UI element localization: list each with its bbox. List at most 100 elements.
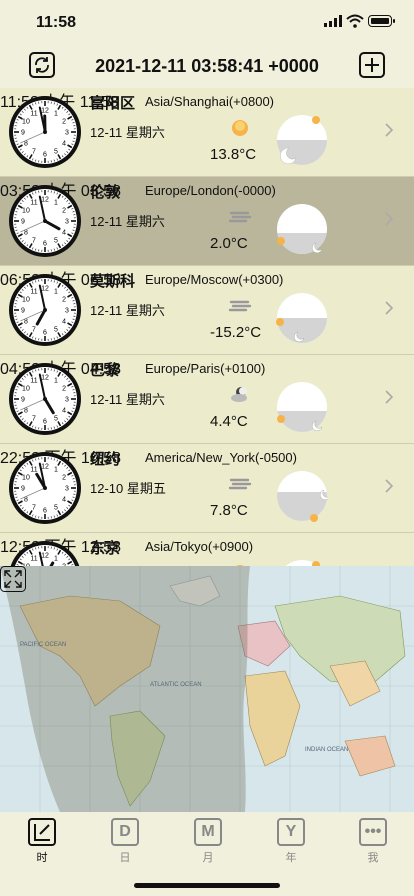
wifi-icon xyxy=(346,14,364,28)
svg-text:11: 11 xyxy=(30,288,37,295)
svg-text:9: 9 xyxy=(21,219,25,226)
svg-text:12: 12 xyxy=(41,108,49,115)
status-bar: 11:58 xyxy=(0,0,414,44)
svg-text:3: 3 xyxy=(65,219,69,226)
svg-text:4: 4 xyxy=(62,408,66,415)
temperature-label: 13.8°C xyxy=(210,146,257,163)
svg-text:8: 8 xyxy=(24,319,28,326)
analog-clock-icon: 123456789101112 xyxy=(7,450,83,526)
analog-clock-icon: 123456789101112 xyxy=(7,361,83,437)
svg-text:8: 8 xyxy=(24,408,28,415)
svg-text:3: 3 xyxy=(65,130,69,137)
svg-text:1: 1 xyxy=(54,466,58,473)
tab-glyph: M xyxy=(201,823,215,840)
temperature-label: 7.8°C xyxy=(210,502,248,519)
svg-text:4: 4 xyxy=(62,497,66,504)
analog-clock-icon: 123456789101112 xyxy=(7,272,83,348)
svg-text:6: 6 xyxy=(43,508,47,515)
chevron-right-icon[interactable] xyxy=(384,389,394,405)
svg-text:2: 2 xyxy=(62,386,66,393)
city-name: 莫斯科 xyxy=(90,273,136,290)
chevron-right-icon[interactable] xyxy=(384,122,394,138)
weather-fog-icon xyxy=(228,296,252,316)
city-row[interactable]: 1 2 3 4 5 6 7 8 9 10 11 12 巴黎 Europe/Paris(+0100) 12-1… xyxy=(0,355,414,444)
date-label: 12-11 星期六 xyxy=(90,392,165,407)
svg-text:7: 7 xyxy=(32,238,36,245)
svg-text:1: 1 xyxy=(54,288,58,295)
svg-text:11: 11 xyxy=(30,110,37,117)
date-label: 12-11 星期六 xyxy=(90,125,165,140)
svg-text:11: 11 xyxy=(30,199,37,206)
city-row[interactable]: 1 2 3 4 5 6 7 8 9 10 11 12 莫斯科 Europe/Moscow(+0300) 12… xyxy=(0,266,414,355)
tab-label: 时 xyxy=(36,852,48,864)
timezone-label: Europe/London(-0000) xyxy=(145,183,276,198)
svg-text:5: 5 xyxy=(54,149,58,156)
svg-text:9: 9 xyxy=(21,486,25,493)
city-row[interactable]: 1 2 3 4 5 6 7 8 9 10 11 12 纽约 America/New_York(-0500)… xyxy=(0,444,414,533)
svg-text:7: 7 xyxy=(32,149,36,156)
temperature-label: 4.4°C xyxy=(210,413,248,430)
chevron-right-icon[interactable] xyxy=(384,211,394,227)
tab-day[interactable]: D日 xyxy=(95,818,155,868)
day-night-phase-icon xyxy=(276,292,328,344)
svg-text:1: 1 xyxy=(54,110,58,117)
day-night-phase-icon xyxy=(276,381,328,433)
current-datetime: 2021-12-11 03:58:41 +0000 xyxy=(95,56,319,76)
temperature-label: 2.0°C xyxy=(210,235,248,252)
city-row[interactable]: 1 2 3 4 5 6 7 8 9 10 11 12 伦敦 Europe/London(-0000) 12-… xyxy=(0,177,414,266)
svg-text:12: 12 xyxy=(41,464,49,471)
svg-text:1: 1 xyxy=(54,555,58,562)
signal-icon xyxy=(324,15,342,27)
svg-text:12: 12 xyxy=(41,286,49,293)
city-clock-list: 1 2 3 4 5 6 7 8 9 10 11 12 富阳区 Asia/Shanghai(+0800) 12… xyxy=(0,88,414,566)
tab-hour[interactable]: 时 xyxy=(12,818,72,868)
chevron-right-icon[interactable] xyxy=(384,478,394,494)
city-name: 纽约 xyxy=(90,451,121,468)
svg-text:6: 6 xyxy=(43,241,47,248)
plus-icon xyxy=(365,58,379,72)
svg-text:7: 7 xyxy=(32,416,36,423)
month-tab-icon: M xyxy=(194,818,222,846)
svg-text:5: 5 xyxy=(54,505,58,512)
svg-text:11: 11 xyxy=(30,555,37,562)
weather-fog-icon xyxy=(228,207,252,227)
timezone-label: Europe/Paris(+0100) xyxy=(145,361,266,376)
date-label: 12-11 星期六 xyxy=(90,214,165,229)
svg-text:7: 7 xyxy=(32,327,36,334)
svg-text:4: 4 xyxy=(62,230,66,237)
city-row[interactable]: 123456789101112东京Asia/Tokyo(+0900)12-11 … xyxy=(0,533,414,566)
weather-cloud-moon-icon xyxy=(228,385,252,405)
toolbar: 2021-12-11 03:58:41 +0000 xyxy=(0,44,414,88)
world-map[interactable]: PACIFIC OCEAN ATLANTIC OCEAN INDIAN OCEA… xyxy=(0,566,414,812)
weather-fog-icon xyxy=(228,474,252,494)
svg-text:9: 9 xyxy=(21,308,25,315)
tab-label: 年 xyxy=(285,852,297,864)
more-tab-icon: ••• xyxy=(359,818,387,846)
fullscreen-expand-icon[interactable] xyxy=(0,566,26,592)
tab-label: 日 xyxy=(119,852,131,864)
svg-text:10: 10 xyxy=(22,297,30,304)
tab-me[interactable]: ••• 我 xyxy=(343,818,403,868)
status-time: 11:58 xyxy=(36,14,77,31)
svg-text:3: 3 xyxy=(65,308,69,315)
city-row[interactable]: 1 2 3 4 5 6 7 8 9 10 11 12 富阳区 Asia/Shanghai(+0800) 12… xyxy=(0,88,414,177)
svg-text:10: 10 xyxy=(22,119,30,126)
svg-text:3: 3 xyxy=(65,397,69,404)
svg-text:10: 10 xyxy=(22,386,30,393)
tab-month[interactable]: M月 xyxy=(178,818,238,868)
svg-text:9: 9 xyxy=(21,397,25,404)
tab-label: 我 xyxy=(367,852,379,864)
clock-tab-icon xyxy=(28,818,56,846)
add-city-button[interactable] xyxy=(359,52,385,78)
tab-year[interactable]: Y年 xyxy=(261,818,321,868)
svg-text:11: 11 xyxy=(30,377,37,384)
svg-text:12: 12 xyxy=(41,197,49,204)
tab-label: 月 xyxy=(202,852,214,864)
timezone-label: Asia/Shanghai(+0800) xyxy=(145,94,275,109)
svg-text:1: 1 xyxy=(54,377,58,384)
date-label: 12-10 星期五 xyxy=(90,481,166,496)
chevron-right-icon[interactable] xyxy=(384,300,394,316)
svg-text:2: 2 xyxy=(62,475,66,482)
svg-text:12: 12 xyxy=(41,553,49,560)
city-name: 伦敦 xyxy=(90,184,121,201)
